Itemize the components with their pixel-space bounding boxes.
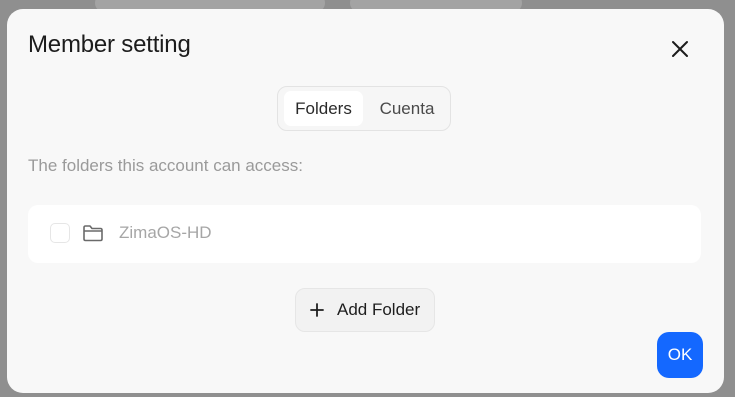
dialog-title: Member setting: [28, 31, 191, 58]
folder-name: ZimaOS-HD: [119, 223, 212, 242]
tab-folders[interactable]: Folders: [284, 91, 363, 126]
folder-icon: [83, 225, 103, 242]
folders-description: The folders this account can access:: [28, 156, 303, 175]
tab-bar: Folders Cuenta: [277, 86, 451, 131]
tab-cuenta[interactable]: Cuenta: [366, 91, 448, 126]
add-folder-label: Add Folder: [337, 300, 421, 319]
close-icon: [672, 41, 688, 57]
ok-button[interactable]: OK: [657, 332, 703, 378]
folder-checkbox[interactable]: [50, 223, 70, 243]
add-folder-button[interactable]: Add Folder: [295, 288, 435, 332]
close-button[interactable]: [666, 35, 694, 63]
member-setting-dialog: Member setting Folders Cuenta The folder…: [7, 9, 724, 393]
plus-icon: [310, 303, 324, 317]
folder-list-item[interactable]: ZimaOS-HD: [28, 205, 701, 263]
